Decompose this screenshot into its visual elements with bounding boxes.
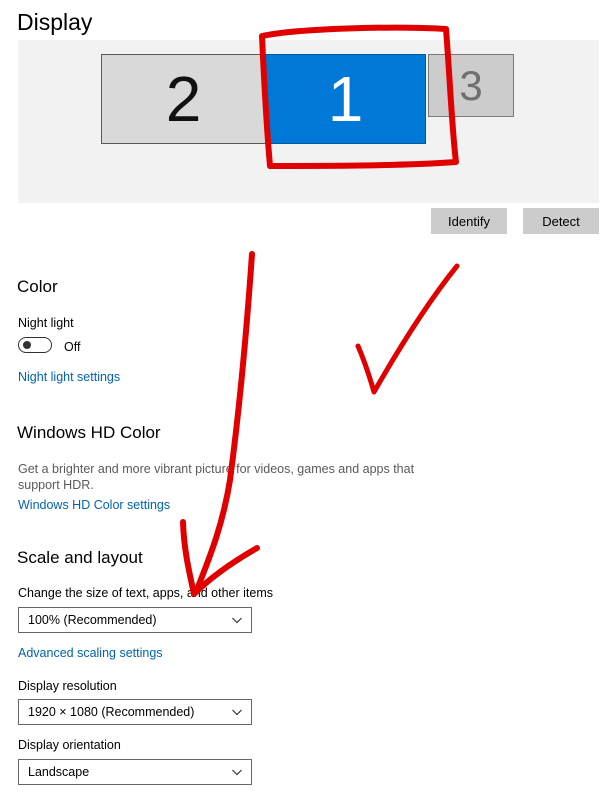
- night-light-toggle[interactable]: [18, 337, 52, 353]
- page-title: Display: [17, 9, 93, 35]
- chevron-down-icon: [232, 709, 242, 716]
- orientation-dropdown-value: Landscape: [28, 765, 90, 779]
- monitor-2[interactable]: 2: [101, 54, 266, 144]
- advanced-scaling-link[interactable]: Advanced scaling settings: [18, 645, 163, 661]
- hd-color-section-title: Windows HD Color: [17, 423, 161, 442]
- night-light-state: Off: [64, 340, 81, 354]
- identify-button[interactable]: Identify: [431, 208, 507, 234]
- annotation-arrow-head: [180, 519, 260, 597]
- hd-color-description: Get a brighter and more vibrant picture …: [18, 462, 415, 492]
- color-section-title: Color: [17, 277, 58, 296]
- detect-button[interactable]: Detect: [523, 208, 599, 234]
- annotation-arrow-line: [193, 251, 255, 595]
- monitor-3[interactable]: 3: [428, 54, 514, 117]
- size-label: Change the size of text, apps, and other…: [18, 586, 274, 600]
- size-dropdown[interactable]: 100% (Recommended): [18, 607, 252, 633]
- size-dropdown-value: 100% (Recommended): [28, 613, 157, 627]
- toggle-knob: [23, 341, 31, 349]
- display-arrangement-area[interactable]: 2 1 3: [18, 40, 599, 203]
- orientation-label: Display orientation: [18, 738, 121, 752]
- hd-color-settings-link[interactable]: Windows HD Color settings: [18, 497, 170, 513]
- night-light-label: Night light: [18, 316, 74, 330]
- resolution-dropdown[interactable]: 1920 × 1080 (Recommended): [18, 699, 252, 725]
- annotation-check: [355, 263, 460, 395]
- orientation-dropdown[interactable]: Landscape: [18, 759, 252, 785]
- night-light-settings-link[interactable]: Night light settings: [18, 369, 120, 385]
- resolution-dropdown-value: 1920 × 1080 (Recommended): [28, 705, 195, 719]
- monitor-1[interactable]: 1: [265, 54, 426, 144]
- chevron-down-icon: [232, 617, 242, 624]
- resolution-label: Display resolution: [18, 679, 117, 693]
- scale-section-title: Scale and layout: [17, 548, 143, 567]
- chevron-down-icon: [232, 769, 242, 776]
